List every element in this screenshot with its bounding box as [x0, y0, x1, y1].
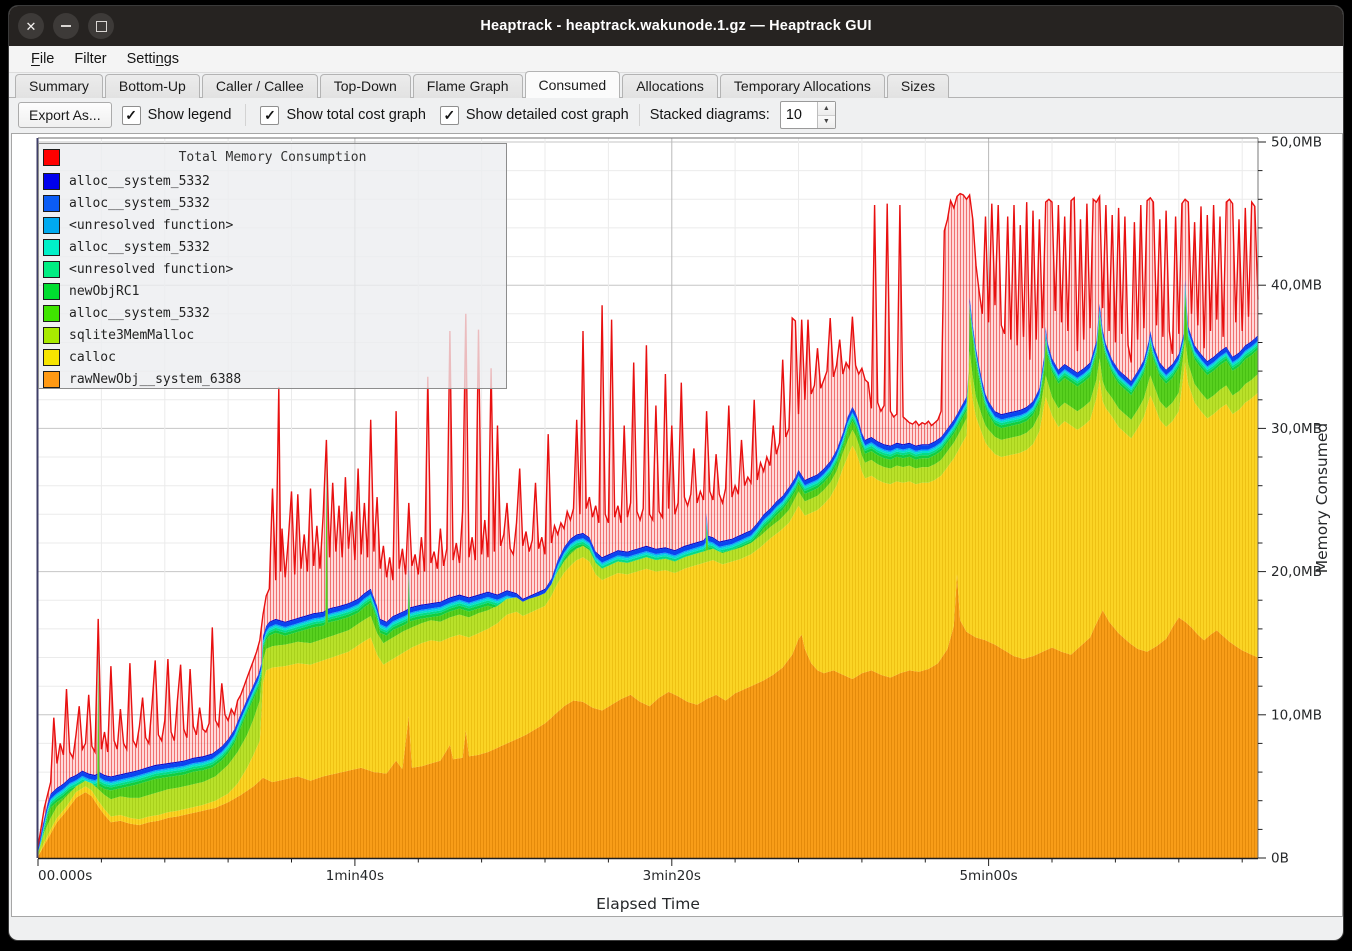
chart-legend: Total Memory Consumption alloc__system_53…	[38, 143, 507, 389]
tab-summary[interactable]: Summary	[15, 74, 103, 98]
x-tick-label: 3min20s	[643, 868, 701, 884]
legend-item-label: newObjRC1	[69, 284, 139, 299]
legend-item-label: calloc	[69, 350, 116, 365]
x-tick-label: 1min40s	[326, 868, 384, 884]
legend-title-row: Total Memory Consumption	[39, 144, 506, 170]
checkbox-label: Show legend	[148, 107, 232, 123]
maximize-icon	[96, 21, 107, 32]
tab-bar: SummaryBottom-UpCaller / CalleeTop-DownF…	[9, 73, 1343, 98]
legend-swatch	[43, 305, 60, 322]
legend-item: rawNewObj__system_6388	[39, 368, 506, 390]
export-as-button[interactable]: Export As...	[18, 102, 112, 128]
toolbar: Export As... ✓ Show legend ✓ Show total cos…	[9, 98, 1343, 132]
menu-item-filter[interactable]: Filter	[64, 48, 116, 70]
toolbar-separator	[245, 104, 246, 126]
legend-swatch	[43, 195, 60, 212]
legend-item-label: <unresolved function>	[69, 218, 233, 233]
stacked-diagrams-label: Stacked diagrams:	[650, 107, 770, 123]
legend-swatch	[43, 173, 60, 190]
legend-item: alloc__system_5332	[39, 192, 506, 214]
legend-swatch	[43, 239, 60, 256]
legend-item-label: alloc__system_5332	[69, 240, 210, 255]
window-controls: ✕	[18, 13, 114, 39]
legend-swatch	[43, 349, 60, 366]
legend-swatch	[43, 327, 60, 344]
legend-item: alloc__system_5332	[39, 236, 506, 258]
legend-swatch	[43, 217, 60, 234]
minimize-button[interactable]	[53, 13, 79, 39]
legend-item-label: <unresolved function>	[69, 262, 233, 277]
titlebar: ✕ Heaptrack - heaptrack.wakunode.1.gz — …	[9, 6, 1343, 46]
legend-item-label: alloc__system_5332	[69, 196, 210, 211]
tab-bottom-up[interactable]: Bottom-Up	[105, 74, 200, 98]
tab-top-down[interactable]: Top-Down	[320, 74, 411, 98]
close-button[interactable]: ✕	[18, 13, 44, 39]
legend-item: newObjRC1	[39, 280, 506, 302]
checkbox-icon: ✓	[260, 106, 279, 125]
legend-swatch	[43, 371, 60, 388]
heaptrack-window: ✕ Heaptrack - heaptrack.wakunode.1.gz — …	[8, 5, 1344, 941]
menu-item-file[interactable]: File	[21, 48, 64, 70]
close-icon: ✕	[26, 20, 37, 33]
tab-sizes[interactable]: Sizes	[887, 74, 949, 98]
y-tick-label: 40,0MB	[1271, 278, 1322, 294]
menubar: FileFilterSettings	[9, 46, 1343, 73]
menu-item-settings[interactable]: Settings	[117, 48, 189, 70]
spin-up-button[interactable]: ▲	[818, 102, 835, 116]
x-tick-label: 5min00s	[959, 868, 1017, 884]
desktop-background: ✕ Heaptrack - heaptrack.wakunode.1.gz — …	[0, 0, 1352, 951]
y-tick-label: 10,0MB	[1271, 707, 1322, 723]
tab-allocations[interactable]: Allocations	[622, 74, 718, 98]
x-tick-label: 00.000s	[38, 868, 92, 884]
legend-item-label: alloc__system_5332	[69, 174, 210, 189]
window-title: Heaptrack - heaptrack.wakunode.1.gz — He…	[9, 18, 1343, 34]
y-tick-label: 0B	[1271, 851, 1289, 867]
legend-title: Total Memory Consumption	[39, 150, 506, 165]
tab-temporary-allocations[interactable]: Temporary Allocations	[720, 74, 885, 98]
legend-item-label: sqlite3MemMalloc	[69, 328, 194, 343]
legend-item: sqlite3MemMalloc	[39, 324, 506, 346]
tab-consumed[interactable]: Consumed	[525, 71, 621, 98]
checkbox-label: Show total cost graph	[286, 107, 425, 123]
x-axis-title: Elapsed Time	[596, 895, 700, 913]
stacked-diagrams-spinbox[interactable]: 10 ▲▼	[780, 101, 836, 129]
y-axis-title: Memory Consumed	[1313, 423, 1331, 573]
checkbox-label: Show detailed cost graph	[466, 107, 629, 123]
checkbox-icon: ✓	[122, 106, 141, 125]
spin-down-button[interactable]: ▼	[818, 116, 835, 129]
checkbox-show-legend[interactable]: ✓ Show legend	[122, 106, 232, 125]
checkbox-icon: ✓	[440, 106, 459, 125]
y-tick-label: 50,0MB	[1271, 135, 1322, 151]
legend-item-label: rawNewObj__system_6388	[69, 372, 241, 387]
maximize-button[interactable]	[88, 13, 114, 39]
stacked-diagrams-value: 10	[781, 102, 817, 128]
tab-flame-graph[interactable]: Flame Graph	[413, 74, 523, 98]
spinner-buttons: ▲▼	[817, 102, 835, 128]
legend-item-label: alloc__system_5332	[69, 306, 210, 321]
toolbar-separator	[639, 104, 640, 126]
legend-item: alloc__system_5332	[39, 302, 506, 324]
minimize-icon	[61, 25, 71, 27]
legend-swatch	[43, 283, 60, 300]
tab-caller-callee[interactable]: Caller / Callee	[202, 74, 318, 98]
checkbox-show-detailed-cost-graph[interactable]: ✓ Show detailed cost graph	[440, 106, 629, 125]
legend-item: alloc__system_5332	[39, 170, 506, 192]
legend-swatch	[43, 261, 60, 278]
chart-area[interactable]: 00.000s1min40s3min20s5min00s0B10,0MB20,0…	[11, 133, 1343, 917]
checkbox-show-total-cost-graph[interactable]: ✓ Show total cost graph	[260, 106, 425, 125]
legend-item: calloc	[39, 346, 506, 368]
legend-item: <unresolved function>	[39, 214, 506, 236]
legend-item: <unresolved function>	[39, 258, 506, 280]
